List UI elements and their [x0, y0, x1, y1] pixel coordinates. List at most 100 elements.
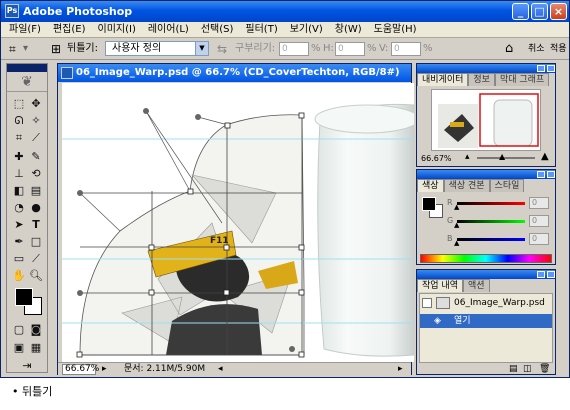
figure-caption: • 뒤틀기: [12, 385, 53, 398]
zoom-level-field[interactable]: 66.67%: [62, 364, 99, 375]
history-item-open[interactable]: ◈ 열기: [420, 314, 552, 328]
b-label: B: [447, 234, 453, 243]
status-menu-icon[interactable]: ▸: [102, 363, 107, 376]
trash-icon[interactable]: 🗑︎: [539, 364, 550, 374]
menu-bar: 파일(F) 편집(E) 이미지(I) 레이어(L) 선택(S) 필터(T) 보기…: [1, 22, 569, 38]
pen-tool-icon[interactable]: ✒: [11, 234, 27, 250]
standard-mode-icon[interactable]: ▢: [11, 322, 27, 338]
crop-tool-icon[interactable]: ⌗: [11, 130, 27, 146]
scroll-right-icon[interactable]: ▸: [398, 363, 403, 376]
menu-file[interactable]: 파일(F): [9, 22, 41, 37]
red-slider-thumb[interactable]: ▲: [454, 203, 459, 211]
image-canvas[interactable]: F11: [62, 83, 414, 362]
clone-stamp-tool-icon[interactable]: ⊥: [11, 166, 27, 182]
bend-input[interactable]: 0: [279, 42, 309, 56]
type-tool-icon[interactable]: T: [28, 217, 44, 233]
reference-point-icon[interactable]: ▾: [23, 38, 28, 60]
menu-image[interactable]: 이미지(I): [98, 22, 136, 37]
zoom-in-icon[interactable]: ▲: [541, 151, 549, 162]
screen-mode-standard-icon[interactable]: ▣: [11, 340, 27, 356]
path-selection-tool-icon[interactable]: ➤: [11, 217, 27, 233]
navigator-panel-titlebar[interactable]: [417, 64, 555, 73]
menu-view[interactable]: 보기(V): [290, 22, 323, 37]
color-close-button[interactable]: [547, 171, 555, 178]
navigator-thumbnail[interactable]: [431, 89, 541, 151]
history-snapshot-row[interactable]: 06_Image_Warp.psd: [420, 296, 552, 310]
tab-styles[interactable]: 스타일: [489, 179, 525, 192]
color-minimize-button[interactable]: [537, 171, 545, 178]
cancel-transform-button[interactable]: 취소: [528, 38, 545, 60]
snapshot-source-checkbox[interactable]: [422, 298, 432, 308]
blue-slider-track[interactable]: [457, 238, 525, 241]
eraser-tool-icon[interactable]: ◧: [11, 183, 27, 199]
warp-style-select[interactable]: 사용자 정의 ▼: [105, 41, 209, 56]
toolbox-titlebar[interactable]: [7, 64, 47, 72]
adobe-feather-icon[interactable]: ❦: [7, 72, 47, 92]
maximize-button[interactable]: □: [531, 3, 548, 20]
history-close-button[interactable]: [547, 271, 555, 278]
brush-tool-icon[interactable]: ✎: [28, 149, 44, 165]
move-tool-icon[interactable]: ✥: [28, 96, 44, 112]
h-distortion-input[interactable]: 0: [335, 42, 365, 56]
marquee-tool-icon[interactable]: ⬚: [11, 96, 27, 112]
tab-history[interactable]: 작업 내역: [417, 279, 463, 292]
tab-swatches[interactable]: 색상 견본: [443, 179, 490, 192]
zoom-tool-icon[interactable]: 🔍︎: [28, 268, 44, 284]
menu-filter[interactable]: 필터(T): [245, 22, 277, 37]
notes-tool-icon[interactable]: ▭: [11, 251, 27, 267]
shape-tool-icon[interactable]: □: [28, 234, 44, 250]
quick-mask-mode-icon[interactable]: ◙: [28, 322, 44, 338]
menu-window[interactable]: 창(W): [335, 22, 362, 37]
menu-select[interactable]: 선택(S): [201, 22, 234, 37]
title-bar[interactable]: Ps Adobe Photoshop _ □ ×: [1, 1, 569, 22]
commit-transform-button[interactable]: 적용: [550, 38, 567, 60]
blue-value-field[interactable]: 0: [529, 233, 549, 245]
green-value-field[interactable]: 0: [529, 215, 549, 227]
palette-well-icon[interactable]: ⌂: [505, 38, 513, 60]
dodge-tool-icon[interactable]: ●: [28, 200, 44, 216]
tab-actions[interactable]: 액션: [462, 279, 490, 292]
warp-mode-icon[interactable]: ⊞: [51, 38, 61, 60]
green-slider-thumb[interactable]: ▲: [454, 221, 459, 229]
history-minimize-button[interactable]: [537, 271, 545, 278]
new-document-icon[interactable]: ▤: [509, 364, 518, 374]
navigator-close-button[interactable]: [547, 65, 555, 72]
tab-navigator[interactable]: 내비게이터: [417, 73, 469, 86]
history-panel-titlebar[interactable]: [417, 270, 555, 279]
scroll-left-icon[interactable]: ◂: [218, 363, 223, 376]
blur-tool-icon[interactable]: ◔: [11, 200, 27, 216]
history-brush-tool-icon[interactable]: ⟲: [28, 166, 44, 182]
color-spectrum-ramp[interactable]: [420, 254, 552, 263]
eyedropper-tool-icon[interactable]: ⟋: [28, 251, 44, 267]
v-distortion-input[interactable]: 0: [391, 42, 421, 56]
navigator-minimize-button[interactable]: [537, 65, 545, 72]
menu-help[interactable]: 도움말(H): [374, 22, 417, 37]
menu-edit[interactable]: 편집(E): [53, 22, 86, 37]
red-slider-track[interactable]: [457, 202, 525, 205]
magic-wand-tool-icon[interactable]: ✧: [28, 113, 44, 129]
jump-to-imageready-icon[interactable]: ⇥: [19, 358, 35, 374]
warp-orientation-icon[interactable]: ⇆: [217, 38, 227, 60]
document-title-bar[interactable]: 06_Image_Warp.psd @ 66.7% (CD_CoverTecht…: [58, 64, 411, 82]
navigator-zoom-value[interactable]: 66.67%: [421, 154, 452, 163]
tab-color[interactable]: 색상: [417, 179, 444, 192]
red-value-field[interactable]: 0: [529, 197, 549, 209]
minimize-button[interactable]: _: [512, 3, 529, 20]
gradient-tool-icon[interactable]: ▤: [28, 183, 44, 199]
blue-slider-thumb[interactable]: ▲: [454, 239, 459, 247]
slice-tool-icon[interactable]: ⟋: [28, 130, 44, 146]
close-button[interactable]: ×: [550, 3, 567, 20]
healing-brush-tool-icon[interactable]: ✚: [11, 149, 27, 165]
tab-info[interactable]: 정보: [468, 73, 495, 86]
hand-tool-icon[interactable]: ✋: [11, 268, 27, 284]
green-slider-track[interactable]: [457, 220, 525, 223]
navigator-zoom-slider[interactable]: [477, 157, 535, 159]
zoom-slider-thumb[interactable]: ▲: [499, 152, 505, 161]
tab-histogram[interactable]: 막대 그래프: [494, 73, 550, 86]
lasso-tool-icon[interactable]: ᘏ: [11, 113, 27, 129]
color-panel-titlebar[interactable]: [417, 170, 555, 179]
screen-mode-full-icon[interactable]: ▦: [28, 340, 44, 356]
zoom-out-icon[interactable]: ▴: [465, 152, 470, 162]
menu-layer[interactable]: 레이어(L): [148, 22, 189, 37]
new-snapshot-icon[interactable]: ◫: [523, 364, 532, 374]
